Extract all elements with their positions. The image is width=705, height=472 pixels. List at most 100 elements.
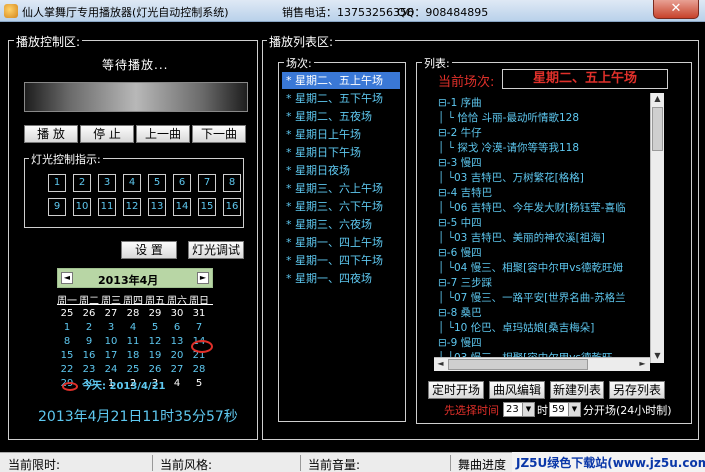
qq-number: QQ：908484895 — [397, 6, 489, 19]
scroll-thumb[interactable] — [652, 107, 663, 151]
scroll-up-icon[interactable]: ▲ — [651, 94, 664, 103]
session-item[interactable]: * 星期三、六夜场 — [282, 216, 400, 233]
calendar-day[interactable]: 15 — [57, 350, 77, 361]
prev-month-icon[interactable]: ◄ — [61, 272, 73, 284]
prev-button[interactable]: 上一曲 — [136, 125, 190, 143]
style-edit-button[interactable]: 曲风编辑 — [489, 381, 545, 399]
minute-select[interactable]: 59 ▼ — [549, 402, 581, 417]
tree-group[interactable]: ⊟-4 吉特巴 — [438, 185, 492, 200]
calendar-day[interactable]: 22 — [57, 364, 77, 375]
tree-group[interactable]: ⊟-1 序曲 — [438, 95, 482, 110]
next-button[interactable]: 下一曲 — [192, 125, 246, 143]
hscroll-thumb[interactable] — [448, 359, 588, 370]
session-item[interactable]: * 星期二、五上午场 — [282, 72, 400, 89]
calendar-day[interactable]: 23 — [79, 364, 99, 375]
tree-group[interactable]: ⊟-9 慢四 — [438, 335, 482, 350]
hour-dropdown-icon[interactable]: ▼ — [522, 403, 534, 416]
calendar-day[interactable]: 18 — [123, 350, 143, 361]
session-item[interactable]: * 星期一、四下午场 — [282, 252, 400, 269]
stop-button[interactable]: 停 止 — [80, 125, 134, 143]
calendar-day[interactable]: 10 — [101, 336, 121, 347]
scroll-left-icon[interactable]: ◄ — [434, 359, 447, 368]
session-item[interactable]: * 星期日夜场 — [282, 162, 400, 179]
vertical-scrollbar[interactable]: ▲ ▼ — [650, 93, 664, 363]
tree-group[interactable]: ⊟-5 中四 — [438, 215, 482, 230]
timed-start-button[interactable]: 定时开场 — [428, 381, 484, 399]
close-button[interactable]: ✕ — [653, 0, 699, 19]
calendar-day[interactable]: 30 — [167, 308, 187, 319]
calendar-day[interactable]: 8 — [57, 336, 77, 347]
session-item[interactable]: * 星期一、四夜场 — [282, 270, 400, 287]
calendar-day[interactable]: 24 — [101, 364, 121, 375]
tree-song[interactable]: │ └07 慢三、一路平安[世界名曲-苏格兰 — [438, 290, 626, 305]
tree-group-number: ⊟-2 — [438, 127, 458, 139]
calendar-day[interactable]: 5 — [145, 322, 165, 333]
calendar-day[interactable]: 25 — [123, 364, 143, 375]
new-list-button[interactable]: 新建列表 — [550, 381, 604, 399]
tree-song[interactable]: │ └03 吉特巴、美丽的神农溪[祖海] — [438, 230, 605, 245]
calendar-day[interactable]: 12 — [145, 336, 165, 347]
calendar-day[interactable]: 19 — [145, 350, 165, 361]
calendar-day[interactable]: 4 — [123, 322, 143, 333]
tree-group[interactable]: ⊟-2 牛仔 — [438, 125, 482, 140]
tree-group[interactable]: ⊟-7 三步踩 — [438, 275, 492, 290]
calendar-day[interactable]: 4 — [167, 378, 187, 389]
session-item[interactable]: * 星期日上午场 — [282, 126, 400, 143]
tree-song[interactable]: │ └ 探戈 冷漠-请你等等我118 — [438, 140, 579, 155]
session-item[interactable]: * 星期二、五夜场 — [282, 108, 400, 125]
minute-dropdown-icon[interactable]: ▼ — [568, 403, 580, 416]
calendar-day[interactable]: 7 — [189, 322, 209, 333]
tree-song[interactable]: │ └03 吉特巴、万树繁花[格格] — [438, 170, 584, 185]
tree-group[interactable]: ⊟-3 慢四 — [438, 155, 482, 170]
calendar-day[interactable]: 16 — [79, 350, 99, 361]
tree-song[interactable]: │ └04 慢三、相聚[容中尔甲vs德乾旺姆 — [438, 260, 623, 275]
calendar-day[interactable]: 29 — [145, 308, 165, 319]
calendar-header: ◄ 2013年4月 ► — [57, 268, 213, 288]
calendar-day[interactable]: 27 — [167, 364, 187, 375]
tree-song-title: 吉特巴、万树繁花[格格] — [470, 172, 584, 184]
play-button[interactable]: 播 放 — [24, 125, 78, 143]
calendar-day[interactable]: 28 — [189, 364, 209, 375]
calendar-day[interactable]: 26 — [79, 308, 99, 319]
tree-group-number: ⊟-3 — [438, 157, 458, 169]
hour-select[interactable]: 23 ▼ — [503, 402, 535, 417]
status-divider — [152, 455, 153, 471]
calendar-day[interactable]: 5 — [189, 378, 209, 389]
calendar-day[interactable]: 17 — [101, 350, 121, 361]
calendar-day[interactable]: 3 — [101, 322, 121, 333]
tree-song[interactable]: │ └06 吉特巴、今年发大财[杨钰莹-喜临 — [438, 200, 626, 215]
session-item[interactable]: * 星期一、四上午场 — [282, 234, 400, 251]
light-indicator-legend: 灯光控制指示: — [29, 151, 103, 167]
tree-group[interactable]: ⊟-8 桑巴 — [438, 305, 482, 320]
calendar-day[interactable]: 9 — [79, 336, 99, 347]
session-item[interactable]: * 星期二、五下午场 — [282, 90, 400, 107]
horizontal-scrollbar[interactable]: ◄ ► — [434, 357, 650, 371]
scroll-right-icon[interactable]: ► — [636, 359, 649, 368]
session-item[interactable]: * 星期三、六下午场 — [282, 198, 400, 215]
calendar-day[interactable]: 2 — [79, 322, 99, 333]
playlist-tree[interactable]: ⊟-1 序曲 │ └ 恰恰 斗丽-最动听情歌128 ⊟-2 牛仔 │ └ 探戈 冷漠-… — [434, 93, 664, 371]
save-as-list-button[interactable]: 另存列表 — [609, 381, 665, 399]
calendar-day[interactable]: 13 — [167, 336, 187, 347]
calendar-day[interactable]: 11 — [123, 336, 143, 347]
calendar-day[interactable]: 6 — [167, 322, 187, 333]
playlist-legend: 播放列表区: — [267, 33, 336, 50]
calendar-day[interactable]: 31 — [189, 308, 209, 319]
light-indicator: 15 — [198, 198, 216, 216]
calendar-day[interactable]: 28 — [123, 308, 143, 319]
session-item[interactable]: * 星期三、六上午场 — [282, 180, 400, 197]
calendar-day[interactable]: 1 — [57, 322, 77, 333]
settings-button[interactable]: 设 置 — [121, 241, 177, 259]
calendar-day[interactable]: 27 — [101, 308, 121, 319]
tree-song[interactable]: │ └ 恰恰 斗丽-最动听情歌128 — [438, 110, 579, 125]
calendar-day[interactable]: 20 — [167, 350, 187, 361]
light-test-button[interactable]: 灯光调试 — [188, 241, 244, 259]
calendar-day[interactable]: 26 — [145, 364, 165, 375]
calendar-day[interactable]: 25 — [57, 308, 77, 319]
scroll-down-icon[interactable]: ▼ — [651, 351, 664, 360]
tree-song[interactable]: │ └10 伦巴、卓玛姑娘[桑吉梅朵] — [438, 320, 594, 335]
tree-group[interactable]: ⊟-6 慢四 — [438, 245, 482, 260]
session-item[interactable]: * 星期日下午场 — [282, 144, 400, 161]
today-row[interactable]: 今天: 2013/4/21 — [62, 377, 166, 392]
next-month-icon[interactable]: ► — [197, 272, 209, 284]
